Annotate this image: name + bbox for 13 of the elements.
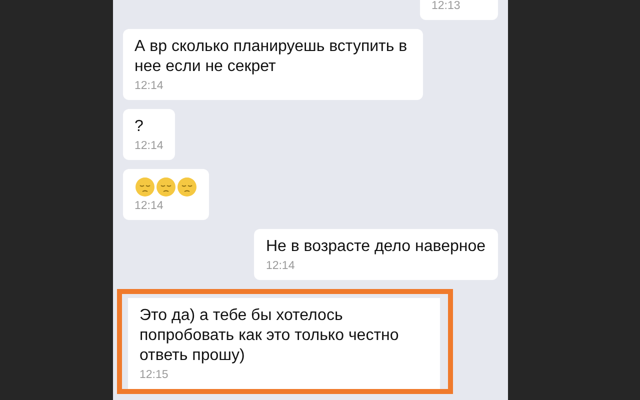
message-time: 12:14 [134, 140, 164, 152]
message-time: 12:15 [140, 369, 170, 381]
message-time: 12:14 [266, 260, 296, 272]
message-time: 12:13 [432, 0, 462, 12]
emoji-icon [156, 177, 176, 197]
message-text: ? [134, 117, 144, 137]
emoji-icon [134, 177, 154, 197]
message-text: Не в возрасте дело наверное [266, 237, 486, 257]
message-text: А вр сколько планируешь вступить в нее если не секрет [134, 37, 408, 77]
message-text: Это да) а тебе бы хотелось попробовать как это только честно ответь прошу) [140, 306, 400, 366]
message-time: 12:14 [134, 200, 164, 212]
message-time: 12:14 [134, 80, 164, 92]
emoji-icon [176, 177, 196, 197]
